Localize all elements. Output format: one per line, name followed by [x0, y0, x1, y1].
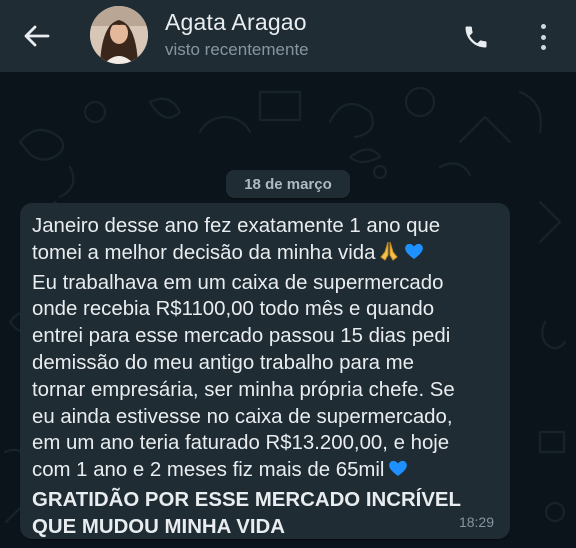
blue-heart-emoji	[387, 457, 409, 487]
message-line-bold: QUE MUDOU MINHA VIDA	[32, 515, 285, 538]
message-line: entrei para esse mercado passou 15 dias …	[32, 325, 451, 348]
last-seen-status: visto recentemente	[165, 40, 309, 59]
message-line: tomei a melhor decisão da minha vida	[32, 241, 376, 264]
chat-header: Agata Aragao visto recentemente	[0, 0, 576, 72]
back-arrow-icon[interactable]	[22, 22, 52, 50]
more-vert-icon[interactable]	[533, 22, 553, 52]
message-line-bold: GRATIDÃO POR ESSE MERCADO INCRÍVEL	[32, 488, 461, 511]
folded-hands-emoji	[378, 240, 400, 270]
message-line: eu ainda estivesse no caixa de supermerc…	[32, 405, 453, 428]
message-line: tornar empresária, ser minha própria che…	[32, 378, 455, 401]
message-line: Eu trabalhava em um caixa de supermercad…	[32, 271, 444, 294]
menu-dot	[540, 45, 546, 50]
menu-dot	[540, 24, 546, 29]
avatar[interactable]	[90, 6, 148, 64]
message-line: onde recebia R$1100,00 todo mês e quando	[32, 298, 435, 321]
message-timestamp: 18:29	[458, 514, 494, 530]
message-line: Janeiro desse ano fez exatamente 1 ano q…	[32, 215, 441, 237]
contact-name[interactable]: Agata Aragao	[165, 9, 307, 36]
message-line-with-emojis: tomei a melhor decisão da minha vida	[32, 240, 504, 270]
message-line: com 1 ano e 2 meses fiz mais de 65mil	[32, 459, 385, 482]
menu-dot	[540, 34, 546, 40]
incoming-message-bubble[interactable]: Janeiro desse ano fez exatamente 1 ano q…	[20, 203, 510, 539]
blue-heart-emoji	[403, 240, 425, 270]
date-separator: 18 de março	[226, 170, 350, 198]
message-text: Janeiro desse ano fez exatamente 1 ano q…	[32, 213, 504, 541]
phone-icon[interactable]	[462, 23, 490, 51]
message-line: demissão do meu antigo trabalho para me	[32, 351, 414, 374]
message-line-with-emoji: com 1 ano e 2 meses fiz mais de 65mil	[32, 457, 504, 487]
message-line: em um ano teria faturado R$13.200,00, e …	[32, 432, 450, 455]
